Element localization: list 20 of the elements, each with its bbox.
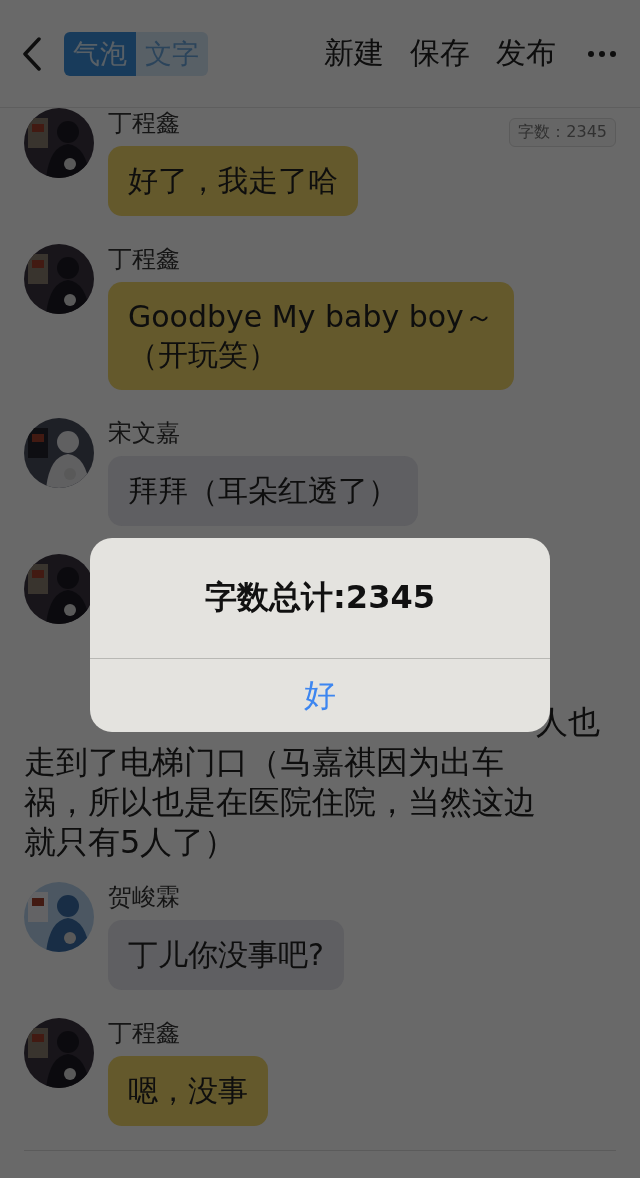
narration-text: 祸，所以也是在医院住院，当然这边 <box>24 782 537 822</box>
sender-name: 宋文嘉 <box>108 418 180 448</box>
message-bubble: 拜拜（耳朵红透了） <box>108 456 418 526</box>
mode-tab[interactable]: 气泡 <box>64 31 136 76</box>
sender-name: 丁程鑫 <box>108 244 180 274</box>
message-bubble: 嗯，没事 <box>108 1056 268 1126</box>
message-bubble: 好了，我走了哈 <box>108 146 358 216</box>
sender-name: 丁程鑫 <box>108 1018 180 1048</box>
sender-name: 贺峻霖 <box>108 882 180 912</box>
sender-name: 丁程鑫 <box>108 108 180 138</box>
more-icon[interactable] <box>588 50 616 57</box>
header-action[interactable]: 保存 <box>410 33 470 74</box>
message-bubble: 丁儿你没事吧? <box>108 920 344 990</box>
dialog-message: 字数总计:2345 <box>90 538 550 659</box>
narration-text: 就只有5人了） <box>24 822 238 862</box>
back-icon[interactable] <box>22 36 42 71</box>
message-bubble: Goodbye My baby boy～ （开玩笑） <box>108 282 514 390</box>
header-action[interactable]: 发布 <box>496 33 556 74</box>
narration-text: 走到了电梯门口（马嘉祺因为出车 <box>24 742 505 782</box>
header-action[interactable]: 新建 <box>324 33 384 74</box>
